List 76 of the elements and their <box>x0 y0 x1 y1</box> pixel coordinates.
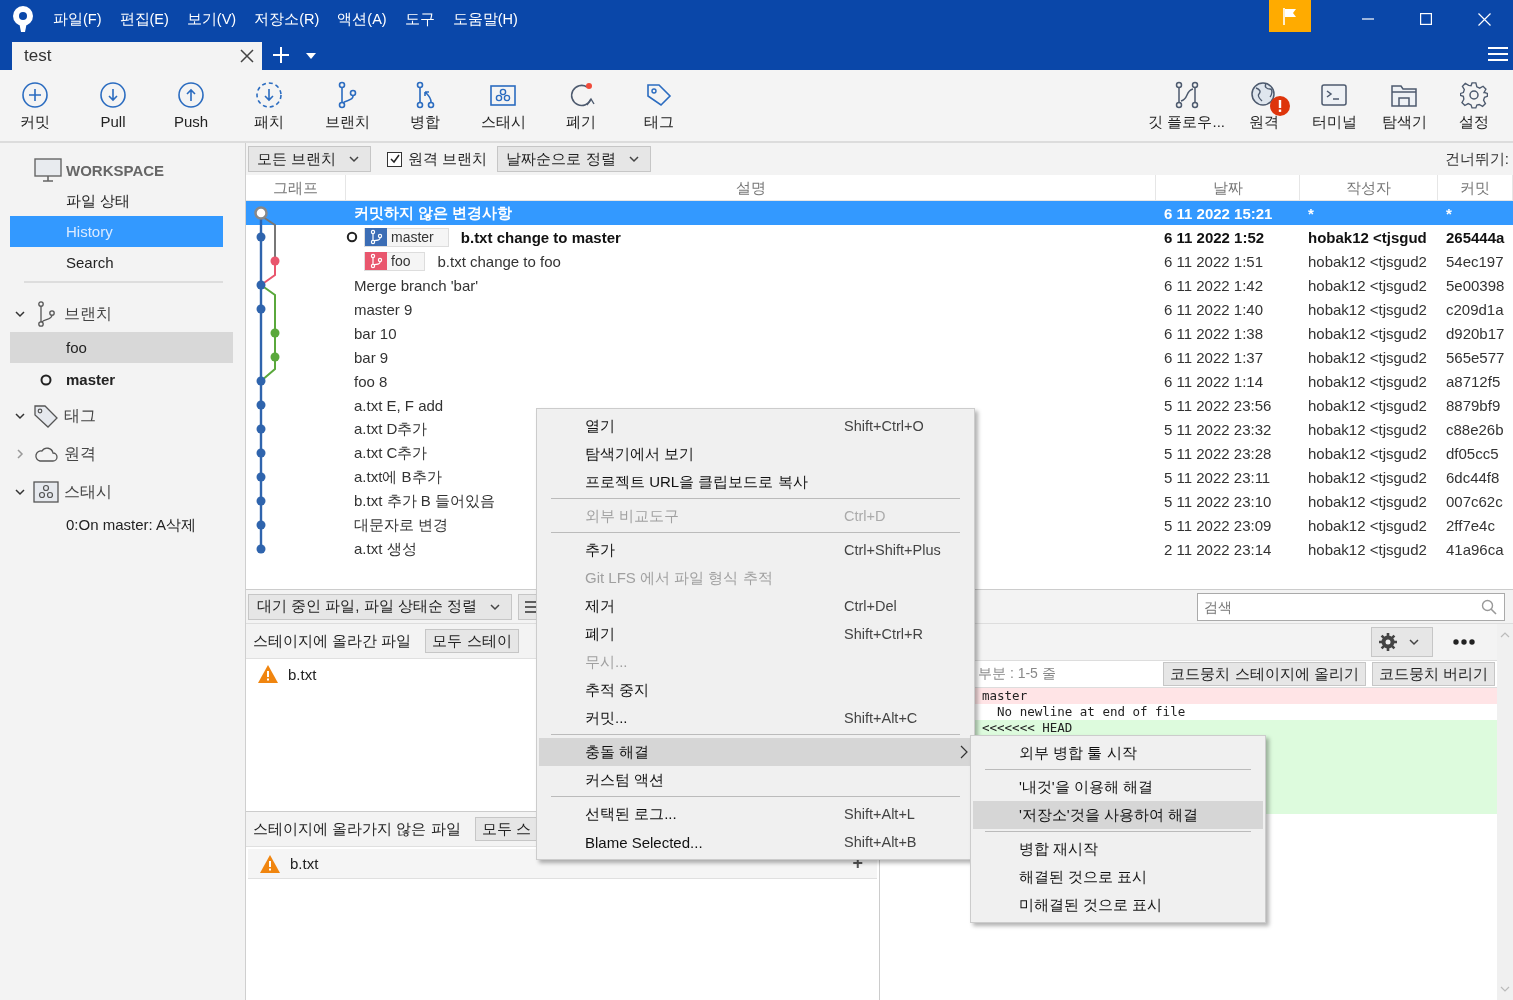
shortcut-text: Ctrl+D <box>844 508 886 524</box>
commit-hash: a8712f5 <box>1445 372 1502 390</box>
diff-line: master <box>982 688 1028 704</box>
commit-author: hobak12 <tjsgud2 <box>1307 252 1428 270</box>
commit-author: hobak12 <tjsgud2 <box>1307 324 1428 342</box>
commit-hash: 6dc44f8 <box>1445 468 1501 486</box>
shortcut-text: Shift+Alt+B <box>844 834 917 850</box>
commit-message: foo 8 <box>353 372 388 390</box>
commit-hash: 265444a <box>1445 228 1506 246</box>
shortcut-text: Shift+Alt+C <box>844 710 918 726</box>
hunk-title: 부분 : 1-5 줄 <box>978 665 1056 683</box>
commit-hash: 41a96ca <box>1445 540 1505 558</box>
commit-date: 5 11 2022 23:32 <box>1163 420 1273 438</box>
commit-date: 5 11 2022 23:09 <box>1163 516 1273 534</box>
commit-author: hobak12 <tjsgud2 <box>1307 348 1428 366</box>
commit-hash: 8879bf9 <box>1445 396 1502 414</box>
commit-date: 5 11 2022 23:28 <box>1163 444 1273 462</box>
commit-hash: 54ec197 <box>1445 252 1505 270</box>
section-title: WORKSPACE <box>66 161 165 179</box>
commit-date: 6 11 2022 1:52 <box>1163 228 1266 246</box>
commit-message: b.txt change to master <box>460 228 621 246</box>
commit-message: 대문자로 변경 <box>353 515 449 535</box>
commit-date: 6 11 2022 1:14 <box>1163 372 1264 390</box>
commit-date: 6 11 2022 15:21 <box>1163 204 1274 222</box>
commit-hash: df05cc5 <box>1445 444 1500 462</box>
commit-author: hobak12 <tjsgud2 <box>1307 276 1428 294</box>
commit-hash: 565e577 <box>1445 348 1506 366</box>
commit-date: 6 11 2022 1:38 <box>1163 324 1264 342</box>
commit-author: hobak12 <tjsgud2 <box>1307 396 1428 414</box>
commit-author: hobak12 <tjsgud2 <box>1307 468 1428 486</box>
commit-message: b.txt change to foo <box>437 252 561 270</box>
commit-message: a.txt E, F add <box>353 396 444 414</box>
commit-hash: 2ff7e4c <box>1445 516 1496 534</box>
commit-date: 2 11 2022 23:14 <box>1163 540 1273 558</box>
commit-message: a.txt 생성 <box>353 539 417 559</box>
commit-hash: d920b17 <box>1445 324 1506 342</box>
commit-message: a.txt C추가 <box>353 443 428 463</box>
commit-hash: 007c62c <box>1445 492 1504 510</box>
commit-author: * <box>1307 204 1315 222</box>
shortcut-text: Shift+Ctrl+R <box>844 626 923 642</box>
section-title: 스테이지에 올라간 파일 <box>253 631 412 651</box>
commit-date: 6 11 2022 1:51 <box>1163 252 1264 270</box>
jump-label: 건너뛰기: <box>1444 149 1509 169</box>
commit-author: hobak12 <tjsgud <box>1307 228 1428 246</box>
commit-hash: 5e00398 <box>1445 276 1506 294</box>
commit-date: 5 11 2022 23:11 <box>1163 468 1272 486</box>
commit-date: 6 11 2022 1:37 <box>1163 348 1264 366</box>
commit-message: a.txt에 B추가 <box>353 467 442 487</box>
commit-message: bar 10 <box>353 324 397 342</box>
commit-date: 6 11 2022 1:42 <box>1163 276 1264 294</box>
commit-author: hobak12 <tjsgud2 <box>1307 300 1428 318</box>
commit-hash: c88e26b <box>1445 420 1505 438</box>
commit-message: master 9 <box>353 300 413 318</box>
commit-message: bar 9 <box>353 348 389 366</box>
commit-author: hobak12 <tjsgud2 <box>1307 420 1428 438</box>
shortcut-text: Shift+Alt+L <box>844 806 915 822</box>
commit-date: 5 11 2022 23:56 <box>1163 396 1273 414</box>
shortcut-text: Ctrl+Shift+Plus <box>844 542 941 558</box>
commit-author: hobak12 <tjsgud2 <box>1307 444 1428 462</box>
commit-message: a.txt D추가 <box>353 419 428 439</box>
diff-line: No newline at end of file <box>996 704 1186 720</box>
commit-author: hobak12 <tjsgud2 <box>1307 516 1428 534</box>
commit-message: Merge branch 'bar' <box>353 276 479 294</box>
commit-author: hobak12 <tjsgud2 <box>1307 372 1428 390</box>
commit-author: hobak12 <tjsgud2 <box>1307 540 1428 558</box>
commit-date: 5 11 2022 23:10 <box>1163 492 1273 510</box>
commit-date: 6 11 2022 1:40 <box>1163 300 1264 318</box>
commit-message: b.txt 추가 B 들어있음 <box>353 491 495 511</box>
commit-hash: * <box>1445 204 1453 222</box>
commit-message: 커밋하지 않은 변경사항 <box>353 203 513 223</box>
shortcut-text: Shift+Ctrl+O <box>844 418 924 434</box>
commit-author: hobak12 <tjsgud2 <box>1307 492 1428 510</box>
diff-line: <<<<<<< HEAD <box>982 720 1073 736</box>
commit-hash: c209d1a <box>1445 300 1505 318</box>
shortcut-text: Ctrl+Del <box>844 598 897 614</box>
section-title: 스테이지에 올라가지 않은 파일 <box>253 819 461 839</box>
